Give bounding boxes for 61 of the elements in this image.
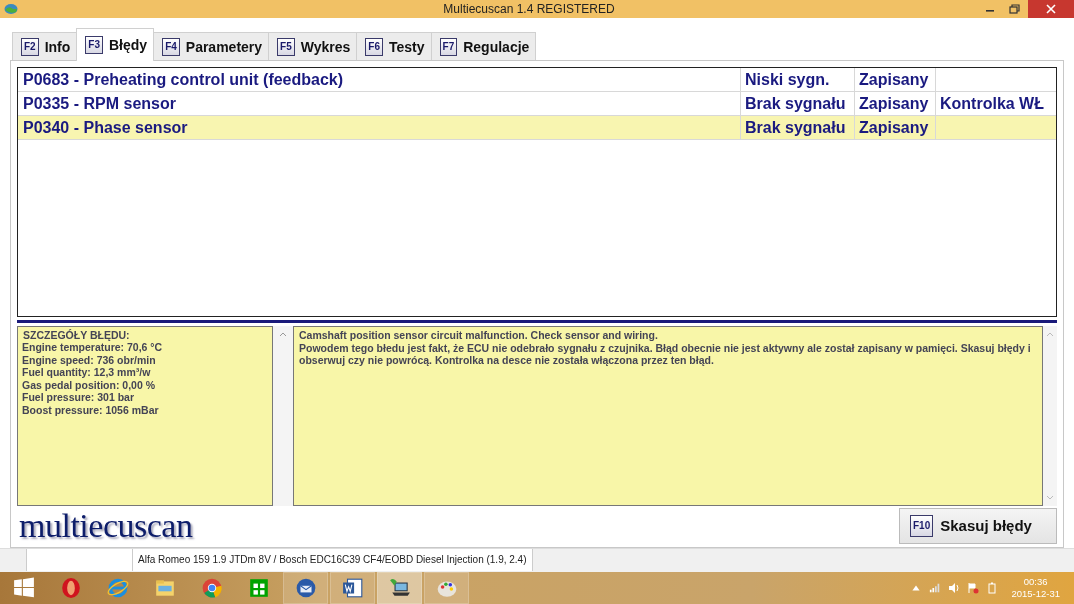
vehicle-info: Alfa Romeo 159 1.9 JTDm 8V / Bosch EDC16C39 CF4/EOBD Diesel Injection (1.9, 2.4) — [133, 549, 533, 571]
letter-o-icon — [59, 577, 82, 599]
table-cell-text: Kontrolka WŁ — [939, 94, 1045, 114]
table-cell: Zapisany — [855, 116, 936, 139]
scroll-up-icon[interactable] — [279, 332, 287, 337]
table-cell: P0340 - Phase sensor — [18, 116, 741, 139]
envelope-icon — [294, 577, 317, 599]
tab[interactable]: F7 Regulacje — [430, 32, 537, 60]
scrollbar[interactable] — [273, 326, 293, 506]
tab[interactable]: F6 Testy — [356, 32, 432, 60]
app-icon — [4, 3, 18, 15]
taskbar-button[interactable] — [377, 572, 422, 604]
scroll-up-icon[interactable] — [1046, 332, 1054, 337]
globe-icon — [106, 577, 129, 599]
tab[interactable]: F4 Parametery — [153, 32, 270, 60]
taskbar-button[interactable] — [283, 572, 328, 604]
tab[interactable]: F5 Wykres — [268, 32, 358, 60]
detail-line: Engine temperature: 70,6 °C — [22, 341, 164, 354]
shopping-bag-icon — [247, 577, 270, 599]
scrollbar[interactable] — [1043, 326, 1057, 506]
description-text: Powodem tego błedu jest fakt, że ECU nie odebrało sygnału z czujnika. Błąd obecnie nie jest aktywny ale został zapisany w pamięci. Skasuj błędy i obserwuj czy nie powrócą. Kontrolka na desce nie została włączona przez ten błąd. — [299, 341, 1032, 367]
description-text: Camshaft position sensor circuit malfunction. Check sensor and wiring. — [299, 329, 659, 342]
table-cell: P0683 - Preheating control unit (feedback) — [18, 68, 741, 91]
document-icon — [341, 577, 364, 599]
function-key-icon: F2 — [21, 37, 39, 56]
table-cell: Zapisany — [855, 92, 936, 115]
table-cell: Niski sygn. — [741, 68, 855, 91]
function-key-icon: F6 — [365, 37, 383, 56]
clear-errors-button[interactable]: F10 Skasuj błędy — [899, 507, 1057, 544]
laptop-icon — [388, 577, 411, 599]
table-cell: P0335 - RPM sensor — [18, 92, 741, 115]
flag-icon[interactable] — [967, 582, 980, 594]
function-key-icon: F4 — [162, 37, 180, 56]
tab[interactable]: F3 Błędy — [76, 28, 155, 61]
windows-logo-icon — [12, 577, 35, 599]
browser-icon — [200, 577, 223, 599]
function-key-icon: F5 — [277, 37, 295, 56]
speaker-icon[interactable] — [948, 582, 961, 594]
function-key-icon: F10 — [910, 514, 934, 537]
detail-line: Engine speed: 736 obr/min — [22, 353, 157, 366]
folder-icon — [153, 577, 176, 599]
detail-line: Fuel pressure: 301 bar — [22, 391, 136, 404]
details-heading: SZCZEGÓŁY BŁĘDU: — [22, 329, 131, 341]
fault-row[interactable]: P0340 - Phase sensor Brak sygnału Zapisany — [18, 116, 1056, 140]
window-title: Multiecuscan 1.4 REGISTERED — [442, 2, 616, 16]
taskbar-button[interactable] — [330, 572, 375, 604]
table-cell: Brak sygnału — [741, 92, 855, 115]
function-key-icon: F7 — [439, 37, 458, 56]
signal-icon[interactable] — [929, 582, 942, 594]
detail-line: Fuel quantity: 12,3 mm³/w — [22, 366, 152, 379]
scroll-down-icon[interactable] — [1046, 495, 1054, 500]
fault-row[interactable]: P0683 - Preheating control unit (feedback) Niski sygn. Zapisany — [18, 68, 1056, 92]
logo: multiecuscan — [19, 506, 193, 545]
table-cell: Zapisany — [855, 68, 936, 91]
table-cell: Brak sygnału — [741, 116, 855, 139]
detail-line: Gas pedal position: 0,00 % — [22, 378, 157, 391]
function-key-icon: F3 — [85, 36, 103, 54]
detail-line: Boost pressure: 1056 mBar — [22, 403, 160, 416]
battery-icon[interactable] — [986, 582, 999, 594]
close-icon[interactable] — [1028, 0, 1074, 18]
tab[interactable]: F2 Info — [12, 32, 78, 60]
